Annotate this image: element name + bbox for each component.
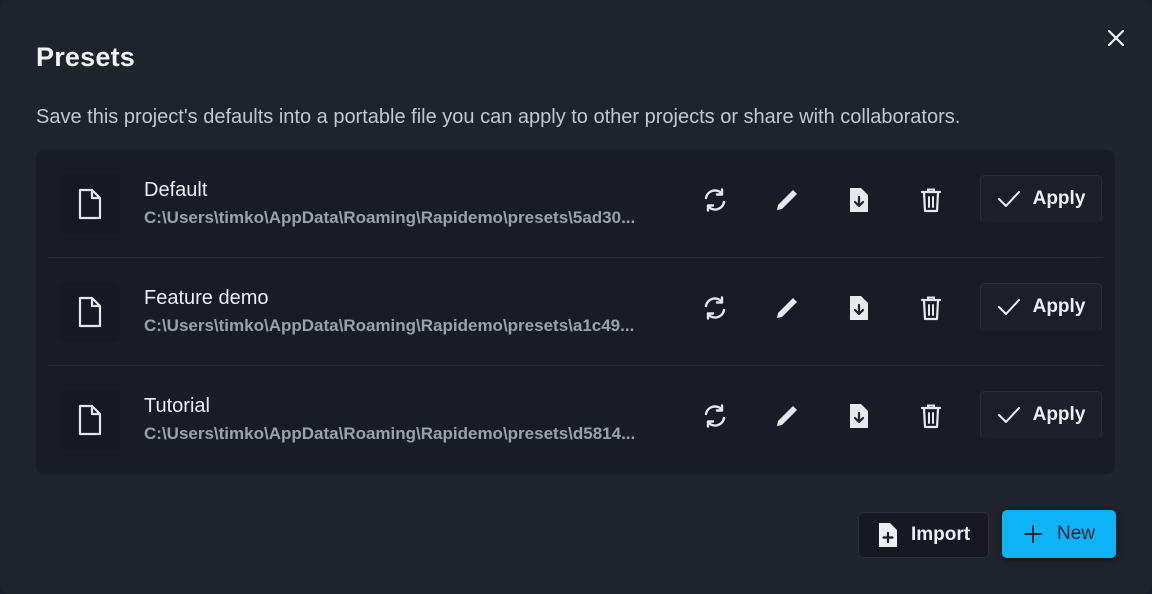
- file-icon: [77, 404, 103, 436]
- sync-button[interactable]: [695, 288, 735, 328]
- preset-row: Tutorial C:\Users\timko\AppData\Roaming\…: [48, 366, 1103, 474]
- file-plus-icon: [877, 522, 899, 548]
- pencil-icon: [774, 187, 800, 213]
- plus-icon: [1023, 524, 1043, 544]
- preset-name: Feature demo: [144, 287, 269, 309]
- preset-file-thumbnail: [60, 282, 120, 342]
- sync-icon: [702, 187, 728, 213]
- check-icon: [997, 297, 1021, 317]
- delete-button[interactable]: [911, 288, 951, 328]
- file-icon: [77, 296, 103, 328]
- preset-path: C:\Users\timko\AppData\Roaming\Rapidemo\…: [144, 208, 636, 227]
- new-label: New: [1056, 523, 1095, 544]
- apply-label: Apply: [1032, 296, 1086, 317]
- dialog-title: Presets: [36, 42, 135, 72]
- preset-row: Default C:\Users\timko\AppData\Roaming\R…: [48, 150, 1103, 258]
- check-icon: [997, 405, 1021, 425]
- sync-icon: [702, 403, 728, 429]
- export-button[interactable]: [839, 180, 879, 220]
- export-button[interactable]: [839, 288, 879, 328]
- preset-name: Default: [144, 179, 208, 201]
- preset-path: C:\Users\timko\AppData\Roaming\Rapidemo\…: [144, 316, 635, 335]
- presets-dialog: Presets Save this project's defaults int…: [0, 0, 1152, 594]
- check-icon: [997, 189, 1021, 209]
- import-button[interactable]: Import: [858, 512, 989, 558]
- apply-label: Apply: [1032, 404, 1086, 425]
- trash-icon: [920, 295, 942, 321]
- preset-path: C:\Users\timko\AppData\Roaming\Rapidemo\…: [144, 424, 636, 443]
- apply-label: Apply: [1032, 188, 1086, 209]
- trash-icon: [920, 403, 942, 429]
- pencil-icon: [774, 403, 800, 429]
- sync-button[interactable]: [695, 180, 735, 220]
- preset-name: Tutorial: [144, 395, 210, 417]
- new-preset-button[interactable]: New: [1002, 510, 1116, 558]
- preset-file-thumbnail: [60, 390, 120, 450]
- pencil-icon: [774, 295, 800, 321]
- preset-row: Feature demo C:\Users\timko\AppData\Roam…: [48, 258, 1103, 366]
- trash-icon: [920, 187, 942, 213]
- dialog-subtitle: Save this project's defaults into a port…: [36, 106, 961, 128]
- delete-button[interactable]: [911, 396, 951, 436]
- import-label: Import: [910, 524, 971, 545]
- sync-button[interactable]: [695, 396, 735, 436]
- close-button[interactable]: [1100, 22, 1132, 54]
- preset-file-thumbnail: [60, 174, 120, 234]
- edit-button[interactable]: [767, 396, 807, 436]
- preset-list: Default C:\Users\timko\AppData\Roaming\R…: [36, 150, 1115, 474]
- apply-button[interactable]: Apply: [980, 391, 1102, 439]
- edit-button[interactable]: [767, 288, 807, 328]
- close-icon: [1107, 29, 1125, 47]
- edit-button[interactable]: [767, 180, 807, 220]
- apply-button[interactable]: Apply: [980, 175, 1102, 223]
- delete-button[interactable]: [911, 180, 951, 220]
- file-download-icon: [848, 187, 870, 213]
- file-download-icon: [848, 295, 870, 321]
- file-download-icon: [848, 403, 870, 429]
- sync-icon: [702, 295, 728, 321]
- file-icon: [77, 188, 103, 220]
- export-button[interactable]: [839, 396, 879, 436]
- apply-button[interactable]: Apply: [980, 283, 1102, 331]
